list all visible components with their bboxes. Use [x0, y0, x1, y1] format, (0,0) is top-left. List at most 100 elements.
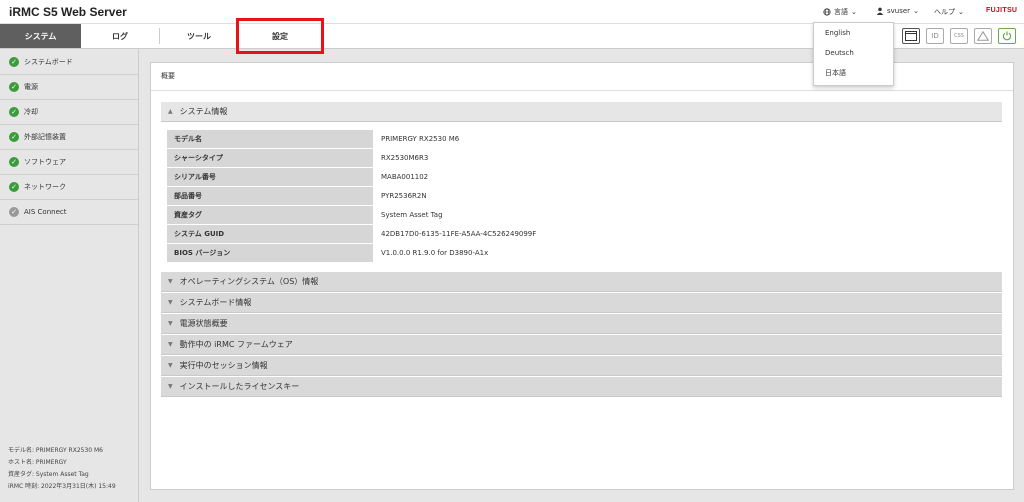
table-row: システム GUID 42DB17D0-6135-11FE-A5AA-4C5262… [167, 225, 1002, 243]
chevron-up-icon: ▲ [168, 108, 173, 115]
check-circle-icon: ✓ [9, 207, 19, 217]
table-row: 部品番号 PYR2536R2N [167, 187, 1002, 205]
table-row: モデル名 PRIMERGY RX2530 M6 [167, 130, 1002, 148]
section-label: インストールしたライセンスキー [179, 382, 300, 391]
lang-option-english[interactable]: English [814, 23, 893, 43]
chevron-down-icon: ⌄ [913, 7, 919, 15]
sidebar-item-cooling[interactable]: ✓ 冷却 [0, 100, 138, 125]
row-key: BIOS バージョン [167, 244, 373, 262]
section-label: 電源状態概要 [179, 319, 228, 328]
sidebar-item-software[interactable]: ✓ ソフトウェア [0, 150, 138, 175]
check-circle-icon: ✓ [9, 182, 19, 192]
section-label: システム情報 [179, 107, 228, 116]
section-label: 動作中の iRMC ファームウェア [179, 340, 293, 349]
row-value: System Asset Tag [373, 206, 1002, 224]
row-key: モデル名 [167, 130, 373, 148]
table-row: シャーシタイプ RX2530M6R3 [167, 149, 1002, 167]
top-header: iRMC S5 Web Server 言語 ⌄ svuser ⌄ ヘルプ ⌄ F… [0, 0, 1024, 24]
section-sessions[interactable]: ▼ 実行中のセッション情報 [161, 356, 1002, 376]
app-title: iRMC S5 Web Server [9, 5, 127, 19]
user-label: svuser [887, 7, 911, 15]
table-row: シリアル番号 MABA001102 [167, 168, 1002, 186]
sidebar-item-ais-connect[interactable]: ✓ AIS Connect [0, 200, 138, 225]
sidebar-item-network[interactable]: ✓ ネットワーク [0, 175, 138, 200]
help-menu[interactable]: ヘルプ ⌄ [934, 7, 964, 17]
tab-system[interactable]: システム [0, 24, 81, 48]
footer-model: モデル名: PRIMERGY RX2530 M6 [8, 447, 103, 454]
table-row: BIOS バージョン V1.0.0.0 R1.9.0 for D3890-A1x [167, 244, 1002, 262]
section-label: システムボード情報 [179, 298, 252, 307]
language-dropdown: English Deutsch 日本語 [813, 22, 894, 86]
chevron-down-icon: ⌄ [958, 8, 964, 16]
footer-host: ホスト名: PRIMERGY [8, 459, 67, 466]
row-key: システム GUID [167, 225, 373, 243]
sidebar-item-label: 冷却 [24, 108, 38, 116]
sidebar-item-label: ネットワーク [24, 183, 66, 191]
chevron-down-icon: ⌄ [851, 8, 857, 16]
row-value: MABA001102 [373, 168, 1002, 186]
chevron-down-icon: ▼ [168, 278, 173, 285]
help-label: ヘルプ [934, 8, 955, 16]
page-title: 概要 [161, 72, 175, 80]
sidebar-item-power[interactable]: ✓ 電源 [0, 75, 138, 100]
main-panel: 概要 ▲ システム情報 モデル名 PRIMERGY RX2530 M6 シャーシ… [150, 62, 1014, 490]
user-icon [876, 7, 884, 15]
user-menu[interactable]: svuser ⌄ [876, 7, 919, 15]
lang-option-japanese[interactable]: 日本語 [814, 63, 893, 83]
sidebar: ✓ システムボード ✓ 電源 ✓ 冷却 ✓ 外部記憶装置 ✓ ソフトウェア ✓ … [0, 50, 139, 502]
settings-tab-highlight [236, 18, 324, 54]
system-info-table: モデル名 PRIMERGY RX2530 M6 シャーシタイプ RX2530M6… [167, 129, 1002, 263]
section-license-keys[interactable]: ▼ インストールしたライセンスキー [161, 377, 1002, 397]
warning-icon[interactable] [974, 28, 992, 44]
check-circle-icon: ✓ [9, 132, 19, 142]
tab-log[interactable]: ログ [81, 24, 159, 48]
sidebar-item-label: 外部記憶装置 [24, 133, 66, 141]
sidebar-item-label: 電源 [24, 83, 38, 91]
chevron-down-icon: ▼ [168, 299, 173, 306]
language-label: 言語 [834, 8, 848, 16]
fujitsu-logo: FUJITSU [986, 7, 1018, 14]
check-circle-icon: ✓ [9, 57, 19, 67]
row-value: 42DB17D0-6135-11FE-A5AA-4C526249099F [373, 225, 1002, 243]
check-circle-icon: ✓ [9, 82, 19, 92]
language-menu[interactable]: 言語 ⌄ [823, 7, 857, 17]
sidebar-item-systemboard[interactable]: ✓ システムボード [0, 50, 138, 75]
row-key: 資産タグ [167, 206, 373, 224]
lang-option-deutsch[interactable]: Deutsch [814, 43, 893, 63]
chevron-down-icon: ▼ [168, 362, 173, 369]
row-key: 部品番号 [167, 187, 373, 205]
check-circle-icon: ✓ [9, 107, 19, 117]
row-value: PYR2536R2N [373, 187, 1002, 205]
chevron-down-icon: ▼ [168, 320, 173, 327]
section-label: 実行中のセッション情報 [179, 361, 268, 370]
sidebar-footer: モデル名: PRIMERGY RX2530 M6 ホスト名: PRIMERGY … [8, 445, 116, 493]
row-key: シャーシタイプ [167, 149, 373, 167]
footer-time: iRMC 時刻: 2022年3月31日(木) 15:49 [8, 483, 116, 490]
css-icon[interactable]: CSS [950, 28, 968, 44]
section-label: オペレーティングシステム（OS）情報 [179, 277, 319, 286]
chevron-down-icon: ▼ [168, 383, 173, 390]
section-systemboard-info[interactable]: ▼ システムボード情報 [161, 293, 1002, 313]
table-row: 資産タグ System Asset Tag [167, 206, 1002, 224]
window-icon[interactable] [902, 28, 920, 44]
row-value: V1.0.0.0 R1.9.0 for D3890-A1x [373, 244, 1002, 262]
globe-icon [823, 8, 831, 16]
row-value: PRIMERGY RX2530 M6 [373, 130, 1002, 148]
section-firmware[interactable]: ▼ 動作中の iRMC ファームウェア [161, 335, 1002, 355]
sidebar-item-label: システムボード [24, 58, 73, 66]
chevron-down-icon: ▼ [168, 341, 173, 348]
sidebar-item-label: ソフトウェア [24, 158, 66, 166]
footer-asset: 資産タグ: System Asset Tag [8, 471, 89, 478]
row-key: シリアル番号 [167, 168, 373, 186]
id-icon[interactable]: ID [926, 28, 944, 44]
row-value: RX2530M6R3 [373, 149, 1002, 167]
tab-tools[interactable]: ツール [160, 24, 238, 48]
sidebar-item-storage[interactable]: ✓ 外部記憶装置 [0, 125, 138, 150]
power-icon[interactable] [998, 28, 1016, 44]
title-divider [151, 90, 1013, 91]
section-power-status[interactable]: ▼ 電源状態概要 [161, 314, 1002, 334]
check-circle-icon: ✓ [9, 157, 19, 167]
section-system-info[interactable]: ▲ システム情報 [161, 102, 1002, 122]
section-os-info[interactable]: ▼ オペレーティングシステム（OS）情報 [161, 272, 1002, 292]
toolbar-icons: ID CSS [902, 28, 1016, 44]
